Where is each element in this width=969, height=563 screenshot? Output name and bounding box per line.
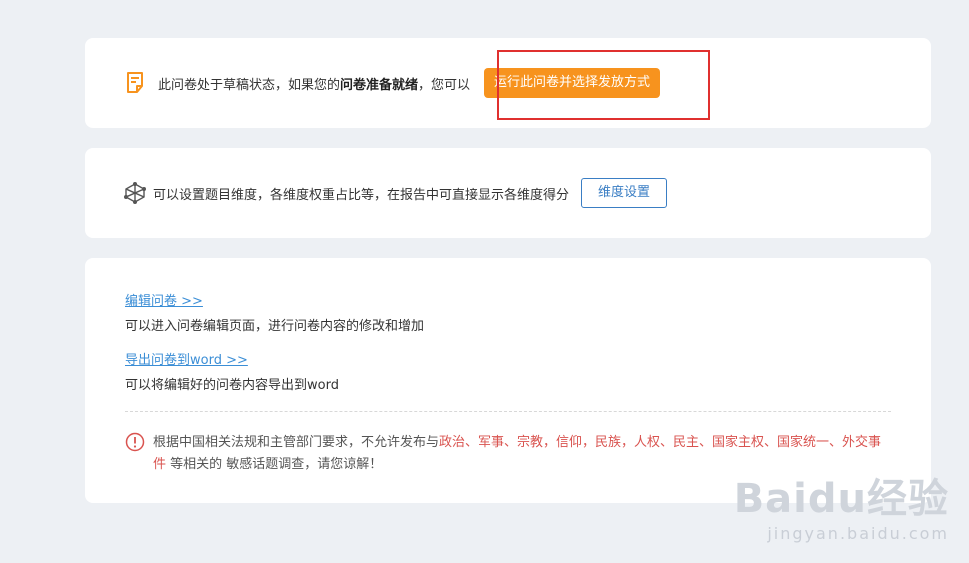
draft-note-icon (125, 71, 147, 95)
draft-text-suffix: ，您可以 (418, 77, 471, 93)
draft-text-prefix: 此问卷处于草稿状态，如果您的 (158, 77, 341, 93)
warning-circle-icon (125, 432, 145, 452)
notice-part1: 根据中国相关法规和主管部门要求，不允许发布与 (153, 435, 440, 450)
baidu-watermark: Baidu经验 jingyan.baidu.com (734, 466, 949, 543)
notice-part2: 等相关的 敏感话题调查，请您谅解！ (166, 457, 383, 472)
dimension-card: 可以设置题目维度，各维度权重占比等，在报告中可直接显示各维度得分 维度设置 (85, 148, 931, 238)
divider (125, 411, 891, 412)
export-word-link[interactable]: 导出问卷到word >> (125, 349, 248, 368)
highlight-annotation-box (497, 50, 710, 120)
dimension-description: 可以设置题目维度，各维度权重占比等，在报告中可直接显示各维度得分 (153, 187, 570, 203)
watermark-logo: Baidu经验 (733, 476, 949, 522)
export-word-description: 可以将编辑好的问卷内容导出到word (125, 378, 339, 393)
edit-survey-description: 可以进入问卷编辑页面，进行问卷内容的修改和增加 (125, 319, 425, 334)
dimension-settings-button[interactable]: 维度设置 (581, 178, 668, 208)
dimension-row: 可以设置题目维度，各维度权重占比等，在报告中可直接显示各维度得分 维度设置 (123, 148, 668, 238)
edit-survey-link[interactable]: 编辑问卷 >> (125, 290, 203, 309)
draft-text-bold: 问卷准备就绪 (340, 77, 419, 93)
watermark-url: jingyan.baidu.com (767, 524, 949, 543)
dimension-network-icon (123, 181, 147, 205)
draft-status-text: 此问卷处于草稿状态，如果您的问卷准备就绪，您可以 (158, 74, 470, 93)
